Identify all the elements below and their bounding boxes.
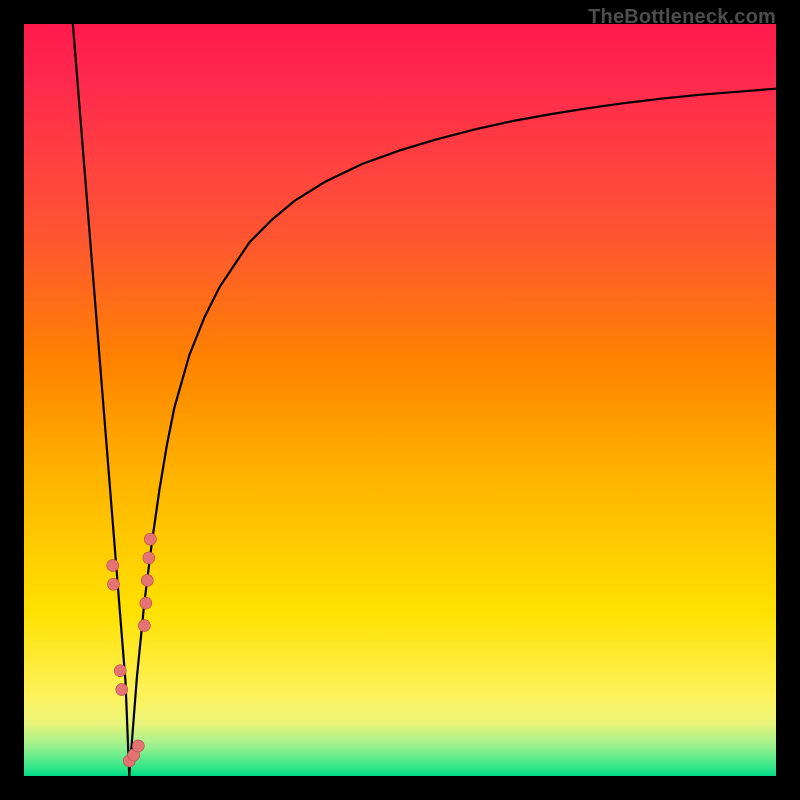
chart-outer: TheBottleneck.com	[0, 0, 800, 800]
marker-right-cluster-1	[138, 620, 150, 632]
marker-right-cluster-2	[140, 597, 152, 609]
marker-left-cluster-1	[107, 559, 119, 571]
marker-left-cluster-4	[116, 684, 128, 696]
marker-left-cluster-2	[107, 578, 119, 590]
marker-right-cluster-3	[141, 574, 153, 586]
curve-left	[73, 24, 129, 776]
marker-right-cluster-4	[143, 552, 155, 564]
curve-right	[129, 89, 776, 776]
curve-layer	[24, 24, 776, 776]
marker-right-cluster-5	[144, 533, 156, 545]
marker-dip-3	[132, 740, 144, 752]
marker-left-cluster-3	[114, 665, 126, 677]
plot-area	[24, 24, 776, 776]
